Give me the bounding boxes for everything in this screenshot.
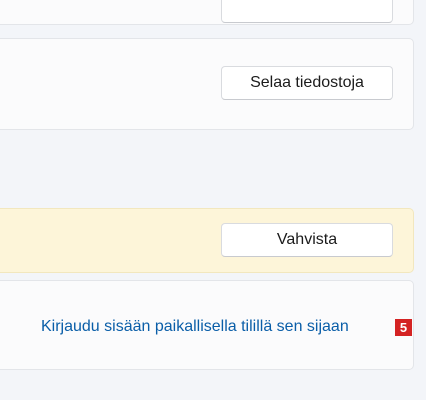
top-settings-card [0, 0, 414, 25]
top-button[interactable] [221, 0, 393, 23]
local-account-signin-link[interactable]: Kirjaudu sisään paikallisella tilillä se… [41, 318, 349, 336]
browse-files-button[interactable]: Selaa tiedostoja [221, 66, 393, 100]
warning-card: Vahvista [0, 208, 414, 273]
annotation-badge: 5 [395, 319, 412, 336]
local-account-card: Kirjaudu sisään paikallisella tilillä se… [0, 280, 414, 370]
files-card: Selaa tiedostoja [0, 38, 414, 130]
confirm-button[interactable]: Vahvista [221, 223, 393, 257]
